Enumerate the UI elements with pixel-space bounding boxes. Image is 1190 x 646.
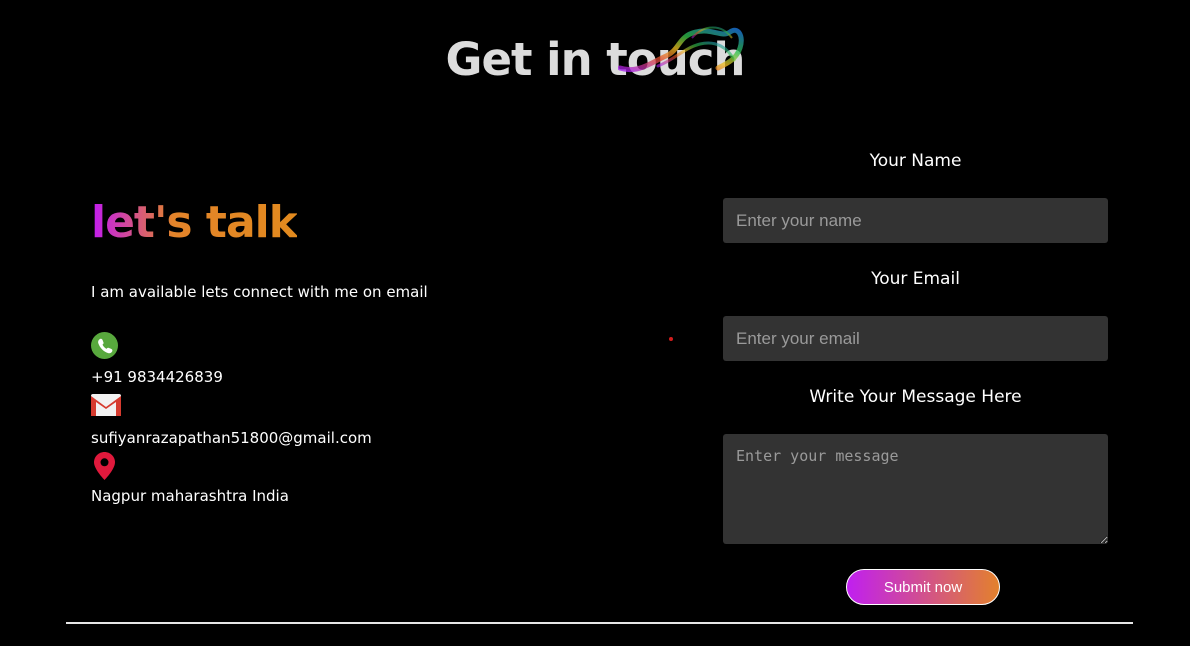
phone-number[interactable]: +91 9834426839 bbox=[91, 368, 223, 386]
name-label: Your Name bbox=[869, 151, 962, 171]
message-label: Write Your Message Here bbox=[809, 387, 1022, 407]
email-input[interactable] bbox=[723, 316, 1108, 361]
decorative-dot bbox=[669, 337, 673, 341]
gmail-icon bbox=[91, 394, 121, 416]
header: Get in touch bbox=[0, 26, 1190, 90]
email-label: Your Email bbox=[871, 269, 960, 289]
submit-button[interactable]: Submit now bbox=[846, 569, 1000, 605]
location-text: Nagpur maharashtra India bbox=[91, 487, 289, 505]
contact-info: let's talk I am available lets connect w… bbox=[91, 195, 651, 505]
lets-talk-heading: let's talk bbox=[91, 195, 298, 251]
name-input[interactable] bbox=[723, 198, 1108, 243]
message-textarea[interactable] bbox=[723, 434, 1108, 544]
page-title: Get in touch bbox=[446, 26, 745, 90]
email-address[interactable]: sufiyanrazapathan51800@gmail.com bbox=[91, 429, 372, 447]
phone-icon bbox=[91, 332, 118, 359]
availability-text: I am available lets connect with me on e… bbox=[91, 283, 428, 301]
location-pin-icon bbox=[94, 452, 115, 480]
footer-divider bbox=[66, 622, 1133, 624]
